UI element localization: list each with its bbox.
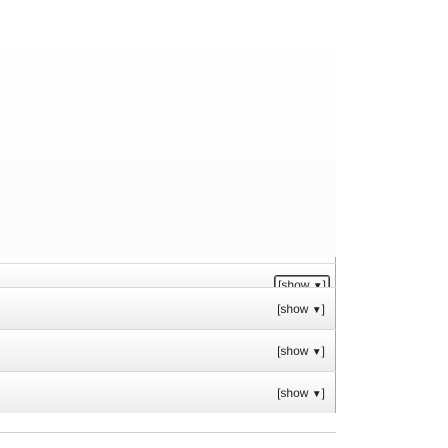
toggle-close: ]: [321, 344, 325, 358]
side-panel-background: [0, 30, 336, 258]
row-border-right: [335, 372, 336, 413]
show-toggle-3[interactable]: [show ▼]: [274, 343, 328, 361]
chevron-down-icon: ▼: [311, 389, 322, 400]
row-border-right: [335, 288, 336, 329]
toggle-close: ]: [321, 386, 325, 400]
toggle-text: [show: [277, 386, 312, 400]
show-toggle-2[interactable]: [show ▼]: [274, 301, 328, 319]
collapsible-row: [show ▼]: [0, 287, 336, 329]
toggle-text: [show: [277, 302, 312, 316]
toggle-text: [show: [277, 344, 312, 358]
row-border-right: [335, 330, 336, 371]
toggle-close: ]: [321, 302, 325, 316]
list-bottom-border: [0, 432, 336, 433]
chevron-down-icon: ▼: [311, 347, 322, 358]
show-toggle-4[interactable]: [show ▼]: [274, 385, 328, 403]
chevron-down-icon: ▼: [311, 305, 322, 316]
collapsible-row: [show ▼]: [0, 371, 336, 413]
collapsible-row: [show ▼]: [0, 329, 336, 371]
blank-content-area: [0, 0, 448, 265]
